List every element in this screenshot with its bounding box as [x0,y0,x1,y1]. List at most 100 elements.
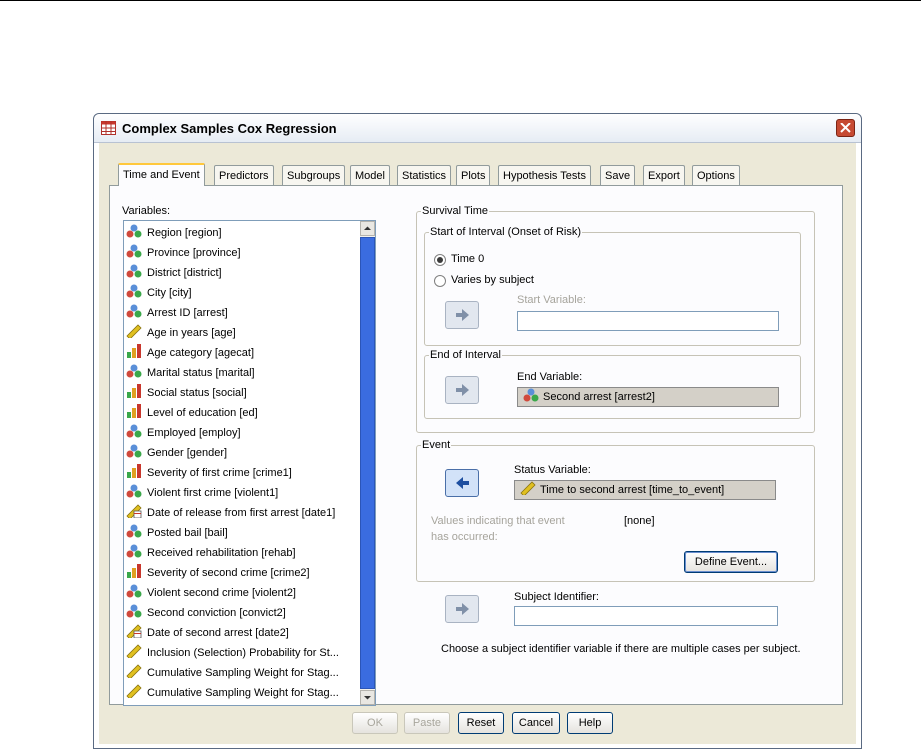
list-item[interactable]: Region [region] [126,223,222,243]
list-item[interactable]: City [city] [126,283,192,303]
end-of-interval-group: End of Interval [424,349,801,419]
list-item[interactable]: Level of education [ed] [126,403,258,423]
tab-time-and-event[interactable]: Time and Event [118,163,205,186]
list-item[interactable]: Age in years [age] [126,323,236,343]
define-event-button[interactable]: Define Event... [684,551,778,573]
top-rule [0,0,921,1]
paste-button[interactable]: Paste [404,712,450,734]
scroll-thumb[interactable] [360,237,375,689]
list-item[interactable]: Second conviction [convict2] [126,603,286,623]
ok-button[interactable]: OK [352,712,398,734]
scale-icon [126,644,142,658]
list-item-label: Violent second crime [violent2] [147,587,296,599]
list-item-label: Date of second arrest [date2] [147,627,289,639]
list-item-label: Marital status [marital] [147,367,255,379]
status-variable-label: Status Variable: [514,464,591,476]
list-item[interactable]: Employed [employ] [126,423,241,443]
nominal-icon [126,264,142,278]
list-item[interactable]: Cumulative Sampling Weight for Stag... [126,663,339,683]
ordinal-icon [127,404,141,418]
cancel-button[interactable]: Cancel [512,712,560,734]
cox-regression-dialog: Complex Samples Cox Regression Time and … [93,113,862,749]
tab-plots[interactable]: Plots [456,165,491,185]
survival-time-legend: Survival Time [422,205,489,217]
nominal-icon [126,584,142,598]
scale-icon [126,684,142,698]
list-item[interactable]: Violent first crime [violent1] [126,483,278,503]
status-variable-move-button[interactable] [445,469,479,497]
tab-save[interactable]: Save [600,165,636,185]
nominal-icon [126,224,142,238]
list-item-label: Cumulative Sampling Weight for Stag... [147,687,339,699]
date-icon [126,624,142,638]
nominal-icon [126,284,142,298]
list-item-label: District [district] [147,267,222,279]
close-icon [840,123,851,133]
close-button[interactable] [836,119,855,137]
status-variable-value: Time to second arrest [time_to_event] [540,484,725,496]
list-item-label: Posted bail [bail] [147,527,228,539]
list-item[interactable]: Severity of second crime [crime2] [126,563,310,583]
list-item[interactable]: Inclusion (Selection) Probability for St… [126,643,339,663]
list-item-label: Province [province] [147,247,241,259]
scroll-down-icon [364,696,371,700]
end-variable-field[interactable]: Second arrest [arrest2] [517,387,779,407]
nominal-icon [126,604,142,618]
list-item[interactable]: Social status [social] [126,383,247,403]
arrow-right-icon [456,603,469,615]
title-bar: Complex Samples Cox Regression [94,114,861,143]
list-item[interactable]: Cumulative Sampling Weight for Stag... [126,683,339,703]
list-item-label: Gender [gender] [147,447,228,459]
status-variable-field[interactable]: Time to second arrest [time_to_event] [514,480,776,500]
list-item-label: Received rehabilitation [rehab] [147,547,296,559]
list-item-label: Violent first crime [violent1] [147,487,279,499]
list-item[interactable]: Violent second crime [violent2] [126,583,296,603]
tab-subgroups[interactable]: Subgroups [282,165,346,185]
time-zero-label[interactable]: Time 0 [451,253,484,265]
list-item[interactable]: Marital status [marital] [126,363,255,383]
tab-predictors[interactable]: Predictors [214,165,274,185]
nominal-icon [126,304,142,318]
reset-button[interactable]: Reset [458,712,504,734]
list-item-label: Severity of second crime [crime2] [147,567,310,579]
list-item[interactable]: Arrest ID [arrest] [126,303,228,323]
scroll-up-button[interactable] [360,221,375,236]
list-item[interactable]: Posted bail [bail] [126,523,228,543]
time-zero-radio[interactable] [434,254,446,266]
start-of-interval-legend: Start of Interval (Onset of Risk) [430,226,581,238]
list-item[interactable]: Gender [gender] [126,443,227,463]
list-item-label: Arrest ID [arrest] [147,307,228,319]
ordinal-icon [127,564,141,578]
start-variable-field[interactable] [517,311,779,331]
list-item[interactable]: Date of second arrest [date2] [126,623,289,643]
has-occurred-label: has occurred: [431,531,498,543]
tab-hypothesis-tests[interactable]: Hypothesis Tests [498,165,591,185]
list-item[interactable]: Received rehabilitation [rehab] [126,543,296,563]
list-item[interactable]: Severity of first crime [crime1] [126,463,292,483]
list-item[interactable]: District [district] [126,263,222,283]
list-item[interactable]: Age category [agecat] [126,343,254,363]
tab-options[interactable]: Options [692,165,740,185]
start-variable-move-button[interactable] [445,301,479,329]
varies-by-subject-radio[interactable] [434,275,446,287]
list-item-label: Age category [agecat] [147,347,255,359]
subject-move-button[interactable] [445,595,479,623]
varies-by-subject-label[interactable]: Varies by subject [451,274,534,286]
help-button[interactable]: Help [567,712,613,734]
tab-export[interactable]: Export [643,165,685,185]
list-item[interactable]: Date of release from first arrest [date1… [126,503,335,523]
subject-identifier-label: Subject Identifier: [514,591,599,603]
scroll-down-button[interactable] [360,690,375,705]
list-item-label: Severity of first crime [crime1] [147,467,292,479]
variables-scrollbar[interactable] [360,221,375,705]
list-item-label: Inclusion (Selection) Probability for St… [147,647,339,659]
tab-statistics[interactable]: Statistics [397,165,452,185]
tab-model[interactable]: Model [350,165,390,185]
values-indicating-label: Values indicating that event [431,515,565,527]
variables-list[interactable]: Region [region] Province [province] Distri… [123,220,376,706]
subject-hint: Choose a subject identifier variable if … [441,643,801,655]
subject-identifier-field[interactable] [514,606,778,626]
list-item[interactable]: Province [province] [126,243,241,263]
end-variable-move-button[interactable] [445,376,479,404]
arrow-right-icon [456,384,469,396]
